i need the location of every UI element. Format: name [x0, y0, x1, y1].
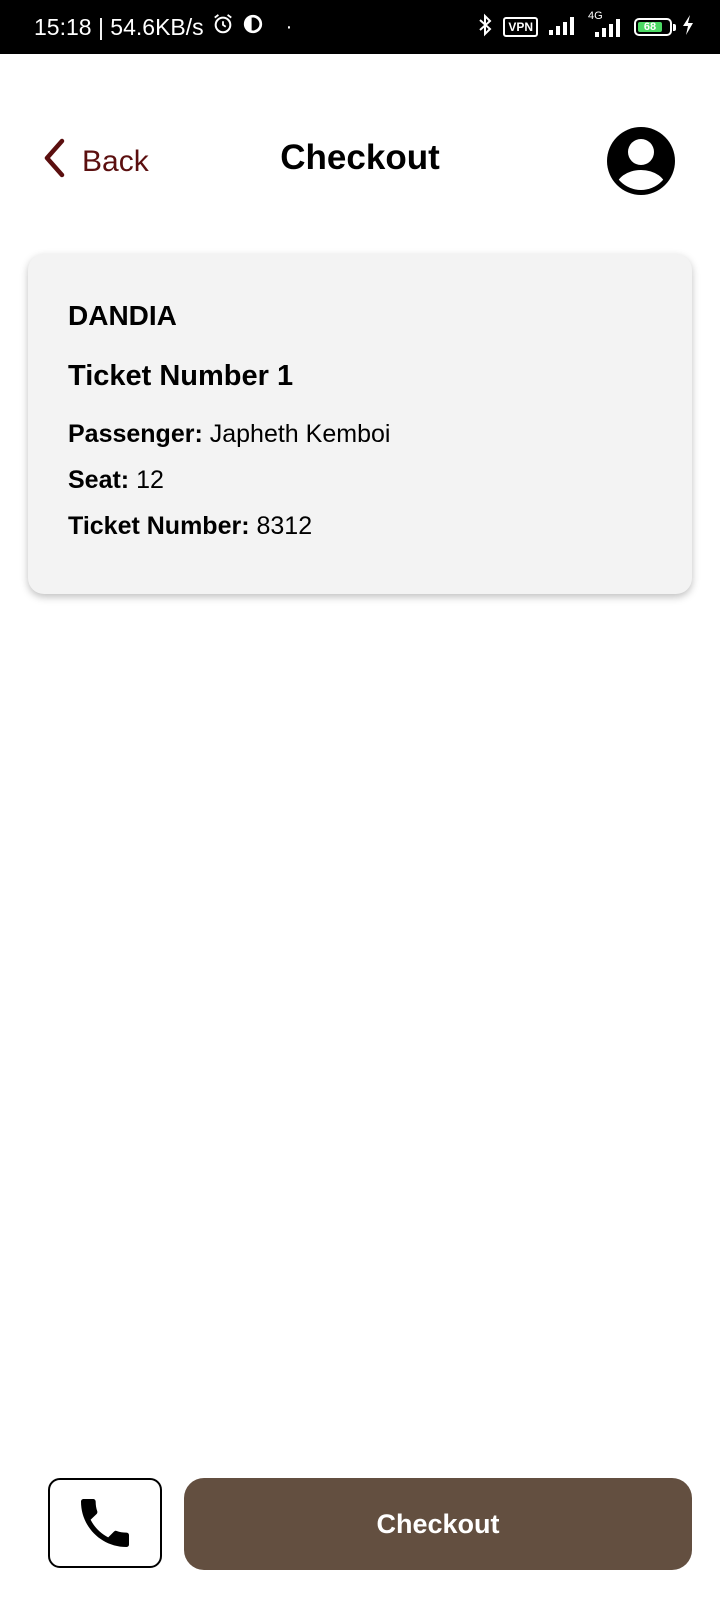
event-name: DANDIA: [68, 300, 177, 331]
status-right: VPN 4G 68: [477, 0, 694, 54]
user-profile-button[interactable]: [604, 124, 678, 198]
status-dot: ·: [285, 15, 293, 38]
signal-icon: [548, 14, 578, 41]
call-button[interactable]: [48, 1478, 162, 1568]
bluetooth-icon: [477, 13, 493, 42]
ticket-number-detail: Ticket Number: 8312: [68, 512, 312, 541]
battery-icon: 68: [634, 18, 676, 36]
network-type-label: 4G: [588, 10, 603, 22]
phone-icon: [81, 1499, 129, 1547]
user-profile-icon: [607, 127, 675, 195]
ticket-number-label: Ticket Number:: [68, 512, 250, 540]
seat-label: Seat:: [68, 466, 130, 494]
ticket-title: Ticket Number 1: [68, 360, 294, 392]
charging-icon: [682, 14, 694, 40]
battery-level: 68: [638, 21, 662, 33]
ticket-card: DANDIA Ticket Number 1 Passenger: Japhet…: [28, 254, 692, 594]
passenger-value: Japheth Kemboi: [209, 420, 391, 448]
passenger-label: Passenger:: [68, 420, 203, 448]
vpn-badge: VPN: [503, 17, 538, 37]
status-left: 15:18 | 54.6KB/s ·: [34, 0, 292, 54]
seat-detail: Seat: 12: [68, 466, 164, 495]
app-notification-icon: [242, 13, 264, 41]
checkout-button[interactable]: Checkout: [184, 1478, 692, 1570]
seat-value: 12: [136, 466, 164, 494]
network-type-signal: 4G: [588, 10, 624, 38]
passenger-detail: Passenger: Japheth Kemboi: [68, 420, 390, 449]
status-bar: 15:18 | 54.6KB/s · VPN 4G 68: [0, 0, 720, 54]
status-time-speed: 15:18 | 54.6KB/s: [34, 13, 204, 40]
alarm-icon: [212, 13, 234, 41]
ticket-number-value: 8312: [256, 512, 313, 540]
